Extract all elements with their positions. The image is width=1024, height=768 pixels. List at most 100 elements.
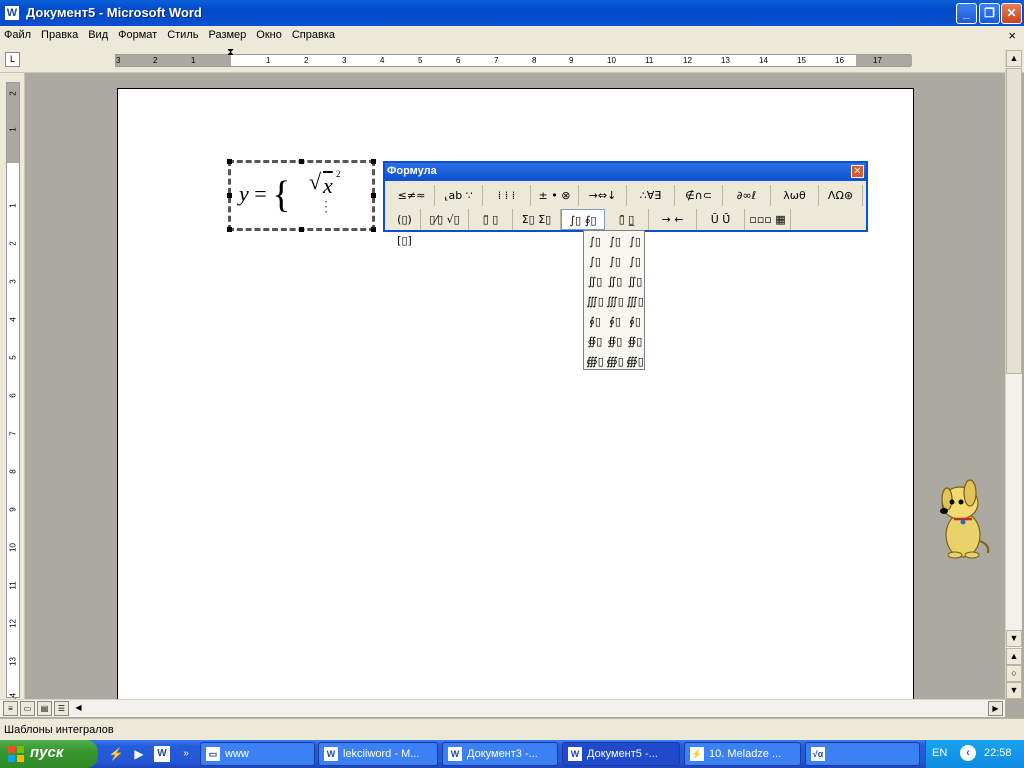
integral-template-item[interactable]: ∯▯ (625, 332, 645, 352)
menu-item[interactable]: Окно (251, 26, 287, 41)
palette-button[interactable]: → ← (649, 209, 697, 230)
integral-template-item[interactable]: ∬▯ (625, 272, 645, 292)
integral-template-item[interactable]: ∫▯ (625, 232, 645, 252)
palette-button[interactable]: ∂∞ℓ (723, 185, 771, 206)
integral-template-item[interactable]: ∰▯ (625, 352, 645, 372)
status-bar: Шаблоны интегралов (0, 718, 1024, 740)
toolbar-close-button[interactable]: ✕ (851, 165, 864, 178)
taskbar-button[interactable]: ⚡ 10. Meladze ... (684, 742, 801, 766)
integral-template-item[interactable]: ∯▯ (605, 332, 625, 352)
palette-button[interactable]: ▯̄ ▯̲ (605, 209, 649, 230)
word-icon[interactable]: W (4, 5, 20, 21)
close-button[interactable]: ✕ (1001, 3, 1022, 24)
scroll-right-button[interactable]: ▶ (988, 701, 1003, 716)
scroll-left-button[interactable]: ◀ (71, 701, 86, 716)
palette-button[interactable]: ▫▫▫ ▦ (745, 209, 791, 230)
minimize-button[interactable]: _ (956, 3, 977, 24)
menu-item[interactable]: Вид (83, 26, 113, 41)
equation-object[interactable]: y = { √ x 2 ⋮ (227, 159, 376, 232)
integral-template-item[interactable]: ∮▯ (605, 312, 625, 332)
resize-handle[interactable] (371, 159, 376, 164)
palette-button[interactable]: ≤≠≈ (389, 185, 435, 206)
quicklaunch-word-icon[interactable]: W (154, 746, 170, 762)
scroll-up-button[interactable]: ▲ (1006, 50, 1022, 67)
select-browse-object-button[interactable]: ○ (1006, 665, 1022, 682)
menu-item[interactable]: Справка (287, 26, 340, 41)
integral-template-item[interactable]: ∯▯ (585, 332, 605, 352)
formula-content[interactable]: y = { √ x 2 ⋮ (239, 169, 341, 217)
scroll-thumb[interactable] (1006, 68, 1022, 374)
palette-button[interactable]: Σ▯ Σ▯ (513, 209, 561, 230)
integral-template-item[interactable]: ∫▯ (585, 232, 605, 252)
toolbar-title[interactable]: Формула (385, 163, 866, 181)
palette-button[interactable]: ▯̈ ▯ (469, 209, 513, 230)
taskbar-button[interactable]: W Документ3 -... (442, 742, 558, 766)
palette-button[interactable]: ∴∀∃ (627, 185, 675, 206)
resize-handle[interactable] (371, 227, 376, 232)
palette-button[interactable]: ± • ⊗ (531, 185, 579, 206)
menu-item[interactable]: Правка (36, 26, 83, 41)
integral-template-item[interactable]: ∭▯ (585, 292, 605, 312)
horizontal-scrollbar[interactable]: ≡ ▭ ▤ ☰ ◀ ▶ (0, 699, 1005, 717)
palette-button[interactable]: ⸤ab ∵ (435, 185, 483, 206)
quicklaunch-more-icon[interactable]: » (178, 746, 194, 762)
quicklaunch-media-icon[interactable]: ▶ (131, 746, 147, 762)
taskbar-button[interactable]: Wlekciiword - M... (318, 742, 438, 766)
palette-button[interactable]: ΛΩ⊛ (819, 185, 863, 206)
palette-button[interactable]: Ū Ū̇ (697, 209, 745, 230)
integral-template-item[interactable]: ∫▯ (605, 232, 625, 252)
previous-page-button[interactable]: ▲ (1006, 648, 1022, 665)
resize-handle[interactable] (299, 159, 304, 164)
scroll-down-button[interactable]: ▼ (1006, 630, 1022, 647)
resize-handle[interactable] (227, 193, 232, 198)
palette-button[interactable]: (▯) [▯] (389, 209, 421, 247)
integral-template-item[interactable]: ∫▯ (605, 252, 625, 272)
menu-item[interactable]: Стиль (162, 26, 203, 41)
menu-item[interactable]: Файл (0, 26, 36, 41)
integral-template-item[interactable]: ∰▯ (605, 352, 625, 372)
print-view-button[interactable]: ▤ (37, 701, 52, 716)
outline-view-button[interactable]: ☰ (54, 701, 69, 716)
palette-button[interactable]: ⁞ ⁞ ⁞ (483, 185, 531, 206)
integral-template-item[interactable]: ∭▯ (625, 292, 645, 312)
office-assistant-dog-icon[interactable] (930, 475, 992, 560)
start-button[interactable]: пуск (0, 740, 98, 768)
taskbar-button[interactable]: ▭ www (200, 742, 315, 766)
vertical-scrollbar[interactable]: ▲ ▼ ▲ ○ ▼ (1005, 50, 1022, 699)
integral-template-item[interactable]: ∭▯ (605, 292, 625, 312)
menu-item[interactable]: Формат (113, 26, 162, 41)
integral-template-item[interactable]: ∰▯ (585, 352, 605, 372)
taskbar-button[interactable]: √α (805, 742, 920, 766)
integral-template-item[interactable]: ∬▯ (585, 272, 605, 292)
integral-template-item[interactable]: ∮▯ (585, 312, 605, 332)
integral-template-item[interactable]: ∬▯ (605, 272, 625, 292)
vertical-ruler[interactable]: 2 1 1 2 3 4 5 6 7 8 9 10 11 12 13 14 (6, 82, 20, 702)
language-indicator[interactable]: EN (932, 747, 947, 759)
palette-button[interactable]: λωθ (771, 185, 819, 206)
integral-template-item[interactable]: ∫▯ (625, 252, 645, 272)
integral-template-item[interactable]: ∮▯ (625, 312, 645, 332)
resize-handle[interactable] (371, 193, 376, 198)
web-view-button[interactable]: ▭ (20, 701, 35, 716)
palette-button[interactable]: ∉∩⊂ (675, 185, 723, 206)
tab-stop-selector[interactable]: L (5, 52, 20, 67)
palette-button[interactable]: ▯⁄▯ √▯ (421, 209, 469, 230)
indent-marker-icon[interactable]: ⧗ (227, 47, 234, 58)
palette-button[interactable]: ∫▯ ∮▯ (561, 209, 605, 230)
tray-expand-icon[interactable]: ‹ (960, 745, 976, 761)
integral-template-item[interactable]: ∫▯ (585, 252, 605, 272)
resize-handle[interactable] (227, 227, 232, 232)
resize-handle[interactable] (299, 227, 304, 232)
palette-button[interactable]: →⇔↓ (579, 185, 627, 206)
resize-handle[interactable] (227, 159, 232, 164)
horizontal-ruler[interactable]: 3 2 1 1 2 3 4 5 6 7 8 9 10 11 12 13 14 15 16 17 ⧗ (115, 47, 912, 67)
taskbar-button[interactable]: W Документ5 -... (562, 742, 680, 766)
formula-placeholder[interactable]: ⋮ (319, 199, 333, 216)
restore-button[interactable]: ❐ (979, 3, 1000, 24)
quicklaunch-winamp-icon[interactable]: ⚡ (108, 746, 124, 762)
formula-equals: = (254, 181, 267, 206)
next-page-button[interactable]: ▼ (1006, 682, 1022, 699)
normal-view-button[interactable]: ≡ (3, 701, 18, 716)
menu-item[interactable]: Размер (203, 26, 251, 41)
close-document-button[interactable]: × (1008, 28, 1016, 43)
